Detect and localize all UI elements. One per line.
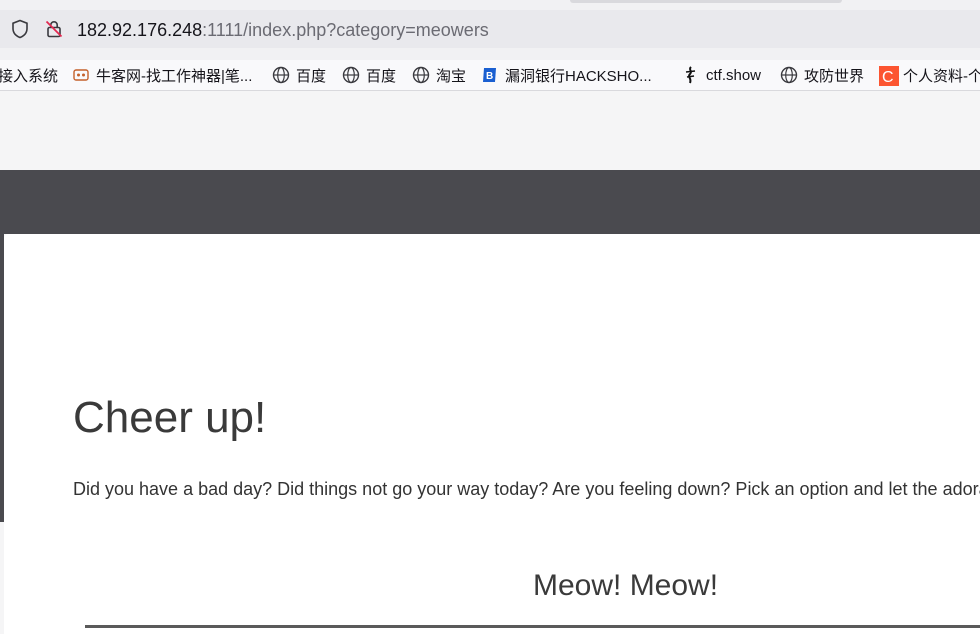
bookmark-item[interactable]: ctf.show	[682, 60, 761, 90]
bookmark-label: 漏洞银行HACKSHO...	[505, 67, 652, 85]
bookmark-item[interactable]: C 个人资料-个	[879, 60, 980, 90]
bookmark-item[interactable]: 百度	[342, 60, 396, 90]
csdn-icon: C	[879, 66, 899, 86]
globe-icon	[272, 66, 290, 84]
bookmark-label: 牛客网-找工作神器|笔...	[96, 67, 253, 85]
svg-text:B: B	[486, 71, 493, 82]
url-host: 182.92.176.248	[77, 20, 203, 40]
bookmark-item[interactable]: 牛客网-找工作神器|笔...	[72, 60, 252, 90]
globe-icon	[342, 66, 360, 84]
page-header-band	[0, 170, 980, 234]
bugbank-icon: B	[481, 66, 499, 84]
bookmark-label: 攻防世界	[804, 67, 865, 85]
ctfshow-icon	[682, 66, 700, 84]
bookmark-label: 百度	[296, 67, 327, 85]
tab-indicator	[570, 0, 842, 3]
page-title: Cheer up!	[73, 393, 267, 442]
bookmark-item[interactable]: 攻防世界	[780, 60, 864, 90]
bookmark-label: 个人资料-个	[903, 67, 980, 85]
insecure-lock-icon[interactable]	[44, 19, 64, 39]
svg-text:C: C	[882, 69, 894, 86]
bookmark-label: 百度	[366, 67, 397, 85]
nowcoder-icon	[72, 66, 90, 84]
section-heading: Meow! Meow!	[533, 569, 719, 602]
url-bar: 182.92.176.248:1111/index.php?category=m…	[0, 0, 980, 60]
url-path: :1111/index.php?category=meowers	[202, 20, 489, 40]
intro-paragraph: Did you have a bad day? Did things not g…	[73, 479, 980, 499]
bookmark-label: 淘宝	[436, 67, 467, 85]
globe-icon	[780, 66, 798, 84]
shield-icon[interactable]	[10, 19, 30, 39]
bookmark-label: 接入系统	[0, 67, 59, 85]
bookmark-item[interactable]: 接入系统	[0, 60, 58, 90]
bookmark-item[interactable]: 淘宝	[412, 60, 466, 90]
bookmark-item[interactable]: B 漏洞银行HACKSHO...	[481, 60, 652, 90]
bookmark-item[interactable]: 百度	[272, 60, 326, 90]
url-text[interactable]: 182.92.176.248:1111/index.php?category=m…	[77, 19, 489, 41]
bookmark-label: ctf.show	[706, 66, 762, 84]
globe-icon	[412, 66, 430, 84]
bookmarks-bar: 接入系统 牛客网-找工作神器|笔... 百度 百度 淘宝 B 漏洞银行HACKS…	[0, 60, 980, 91]
